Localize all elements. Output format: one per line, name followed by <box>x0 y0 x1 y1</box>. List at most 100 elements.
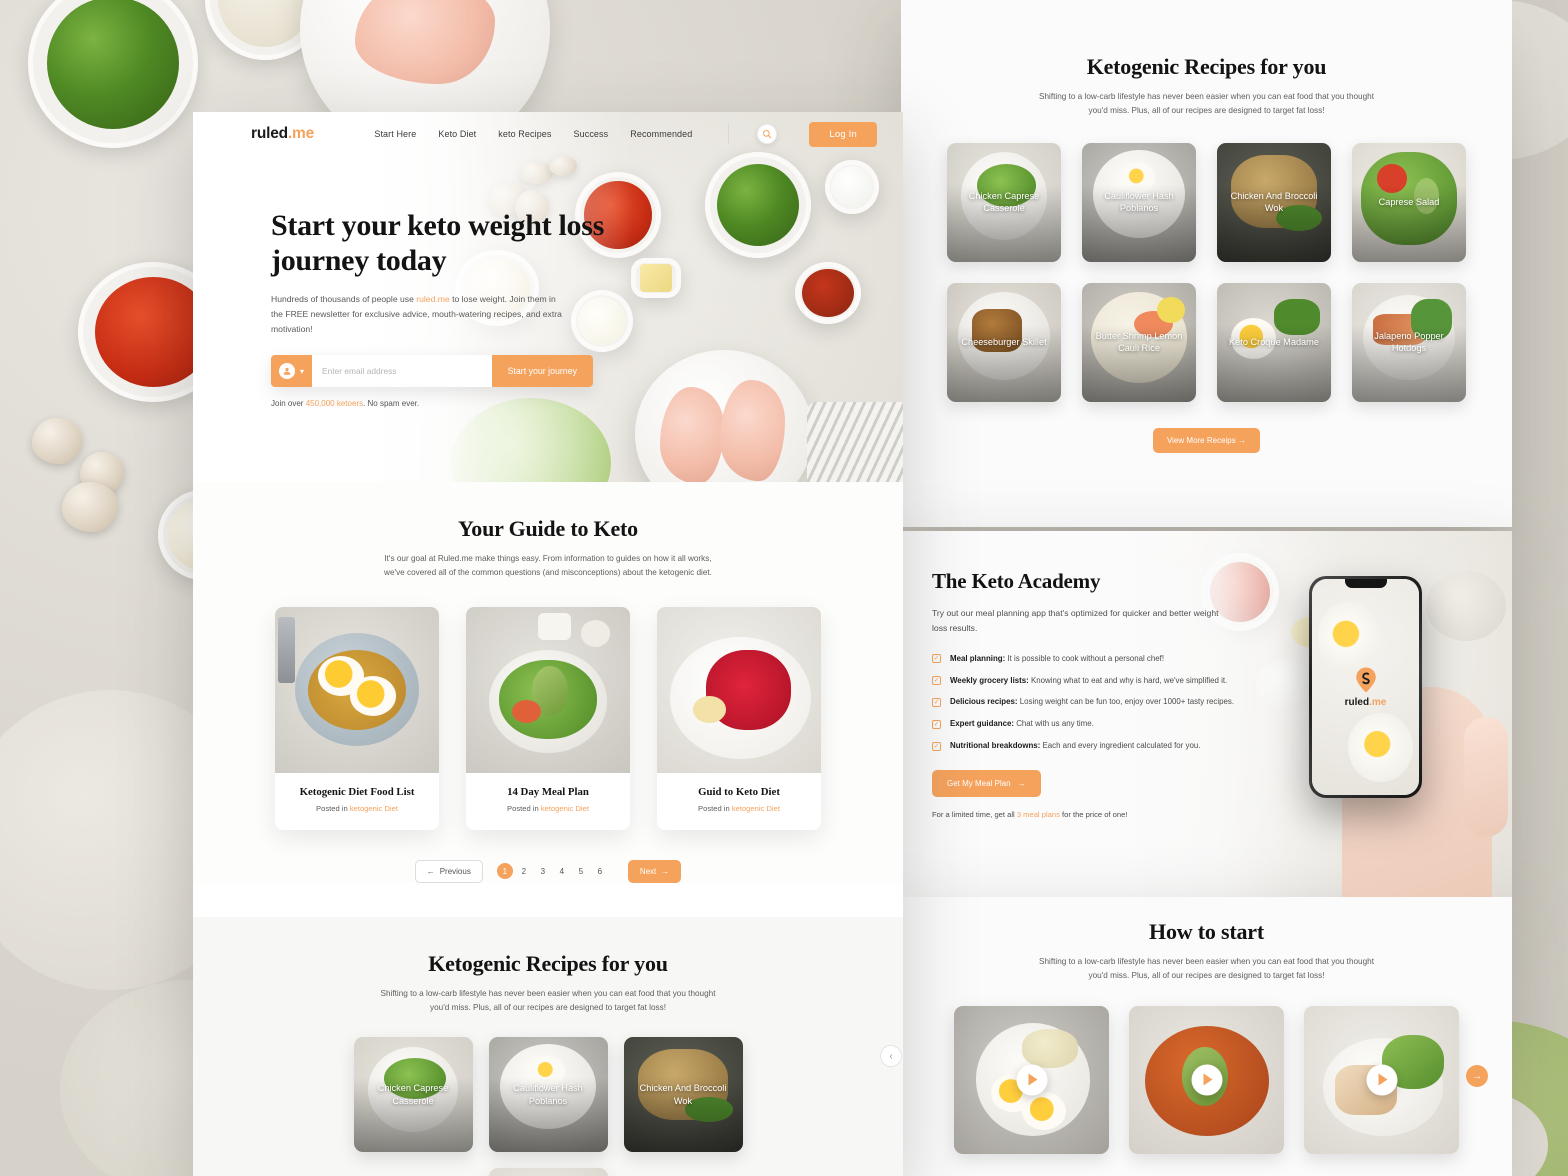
recipe-tile[interactable]: Chicken Caprese Casserole <box>353 1037 473 1153</box>
recipe-tile[interactable]: Chicken And Broccoli Wok <box>623 1037 743 1153</box>
pagination: ← Previous 1 2 3 4 5 6 Next → <box>193 859 903 883</box>
note-after: . No spam ever. <box>363 399 420 409</box>
pagination-page-6[interactable]: 6 <box>592 863 608 879</box>
hero-content: Start your keto weight loss journey toda… <box>193 156 613 408</box>
guide-card-title: 14 Day Meal Plan <box>507 785 589 798</box>
recipe-label: Cauliflower Hash Poblanos <box>513 1083 583 1106</box>
recipe-label: Chicken Caprese Casserole <box>377 1083 449 1106</box>
logo[interactable]: ruled.me <box>251 125 314 143</box>
play-button[interactable] <box>1191 1064 1222 1096</box>
guide-card-meta: Posted in ketogenic Diet <box>283 804 431 813</box>
feature-item: ✓ Meal planning: It is possible to cook … <box>932 654 1261 664</box>
category-link[interactable]: ketogenic Diet <box>350 804 398 813</box>
salt-ramekin <box>825 160 879 214</box>
garlic-bulb <box>62 482 118 532</box>
guide-card[interactable]: 14 Day Meal Plan Posted in ketogenic Die… <box>466 606 630 830</box>
nav-item-keto-diet[interactable]: Keto Diet <box>438 129 476 139</box>
academy-title: The Keto Academy <box>932 569 1101 593</box>
recipe-tile[interactable]: Cauliflower Hash Poblanos <box>1082 142 1196 262</box>
guide-card-body: Ketogenic Diet Food List Posted in ketog… <box>275 773 439 830</box>
previous-label: Previous <box>439 866 471 876</box>
arrow-right-icon: → <box>1238 435 1246 445</box>
arrow-right-icon: → <box>661 866 670 876</box>
view-more-recipes-button[interactable]: View More Receips → <box>1152 427 1260 453</box>
carousel-prev-button[interactable]: ‹ <box>880 1045 902 1067</box>
start-journey-button[interactable]: Start your journey <box>491 355 593 388</box>
recipe-tile[interactable]: Chicken And Broccoli Wok <box>1217 142 1331 262</box>
pagination-page-5[interactable]: 5 <box>573 863 589 879</box>
video-card[interactable] <box>954 1005 1109 1154</box>
hero-note: Join over 450,000 ketoers. No spam ever. <box>271 399 613 408</box>
nav-item-recommended[interactable]: Recommended <box>630 129 692 139</box>
keto-academy-panel: ruled.me The Keto Academy Try out our me… <box>901 531 1512 897</box>
videos-next-button[interactable]: → <box>1466 1065 1488 1087</box>
recipe-tile[interactable]: Caprese Salad <box>1352 142 1466 262</box>
recipe-tile[interactable]: Jalapeno Popper Hotdogs <box>1352 282 1466 402</box>
recipe-tile[interactable]: Cauliflower Hash Poblanos <box>488 1037 608 1153</box>
profile-type-selector[interactable]: ▾ <box>271 355 313 388</box>
feature-bold: Weekly grocery lists: <box>950 675 1029 685</box>
search-icon <box>763 130 772 139</box>
checkbox-checked-icon: ✓ <box>932 741 941 751</box>
butter-dish <box>631 258 681 298</box>
search-button[interactable] <box>757 124 778 144</box>
guide-card-body: 14 Day Meal Plan Posted in ketogenic Die… <box>466 773 630 830</box>
guide-card-meta: Posted in ketogenic Diet <box>474 804 622 813</box>
recipe-label: Cauliflower Hash Poblanos <box>1104 190 1174 214</box>
bowl-contents <box>218 0 312 47</box>
play-button[interactable] <box>1016 1064 1047 1096</box>
guide-card-body: Guid to Keto Diet Posted in ketogenic Di… <box>657 773 821 830</box>
guide-subtitle: It's our goal at Ruled.me make things ea… <box>384 554 712 578</box>
nav-item-keto-recipes[interactable]: keto Recipes <box>498 129 551 139</box>
pagination-next-button[interactable]: Next → <box>627 859 682 883</box>
pagination-page-3[interactable]: 3 <box>535 863 551 879</box>
hero-section: ruled.me Start Here Keto Diet keto Recip… <box>193 112 903 482</box>
recipe-label: Butter Shrimp Lemon Cauli Rice <box>1095 330 1183 354</box>
feature-bold: Delicious recipes: <box>950 697 1018 707</box>
guide-card[interactable]: Guid to Keto Diet Posted in ketogenic Di… <box>657 606 821 830</box>
recipe-tile[interactable]: Chicken Caprese Casserole <box>947 142 1061 262</box>
nav-item-start-here[interactable]: Start Here <box>374 129 416 139</box>
login-button[interactable]: Log In <box>809 121 877 147</box>
recipe-tile[interactable]: Cheeseburger Skillet <box>947 282 1061 402</box>
feature-item: ✓ Nutritional breakdowns: Each and every… <box>932 741 1261 751</box>
cauliflower-rice <box>1022 1029 1078 1068</box>
logo-suffix: .me <box>287 125 315 142</box>
guide-card[interactable]: Ketogenic Diet Food List Posted in ketog… <box>275 606 439 830</box>
feature-bold: Meal planning: <box>950 653 1006 663</box>
logo-name: ruled <box>251 125 288 142</box>
recipe-tile[interactable]: Butter Shrimp Lemon Cauli Rice <box>1082 282 1196 402</box>
get-meal-plan-button[interactable]: Get My Meal Plan → <box>932 770 1041 798</box>
guide-cards: Ketogenic Diet Food List Posted in ketog… <box>193 606 903 830</box>
spinach-leaves <box>716 163 800 247</box>
category-link[interactable]: ketogenic Diet <box>732 804 780 813</box>
main-nav: Start Here Keto Diet keto Recipes Succes… <box>374 121 877 147</box>
spice-bowl <box>580 619 611 647</box>
recipes-grid: Chicken Caprese Casserole Cauliflower Ha… <box>288 1037 808 1176</box>
ruledme-pin-icon <box>1355 667 1376 692</box>
pagination-page-2[interactable]: 2 <box>516 863 532 879</box>
email-input[interactable] <box>312 355 492 388</box>
video-card[interactable] <box>1304 1005 1459 1154</box>
arrow-right-icon: → <box>1472 1070 1482 1082</box>
meal-plans-link[interactable]: 3 meal plans <box>1017 810 1060 819</box>
play-icon <box>1378 1073 1388 1086</box>
pagination-previous-button[interactable]: ← Previous <box>414 859 483 883</box>
recipe-tile[interactable]: Keto Croque Madame <box>1217 282 1331 402</box>
sundried-tomatoes <box>802 268 854 318</box>
feature-text: Nutritional breakdowns: Each and every i… <box>950 741 1200 751</box>
pagination-page-1[interactable]: 1 <box>496 863 513 880</box>
checkbox-checked-icon: ✓ <box>932 676 941 686</box>
nav-item-success[interactable]: Success <box>574 129 609 139</box>
recipe-label: Chicken And Broccoli Wok <box>1230 190 1318 214</box>
recipe-tile[interactable]: Caprese Salad <box>488 1168 608 1176</box>
play-button[interactable] <box>1366 1064 1397 1096</box>
checkbox-checked-icon: ✓ <box>932 697 941 707</box>
ruledme-link[interactable]: ruled.me <box>416 294 449 304</box>
pagination-page-4[interactable]: 4 <box>554 863 570 879</box>
fork <box>278 616 295 684</box>
video-card[interactable] <box>1129 1005 1284 1154</box>
phone-brand: ruled.me <box>1345 697 1387 708</box>
recipe-label: Chicken And Broccoli Wok <box>639 1083 727 1106</box>
category-link[interactable]: ketogenic Diet <box>541 804 589 813</box>
